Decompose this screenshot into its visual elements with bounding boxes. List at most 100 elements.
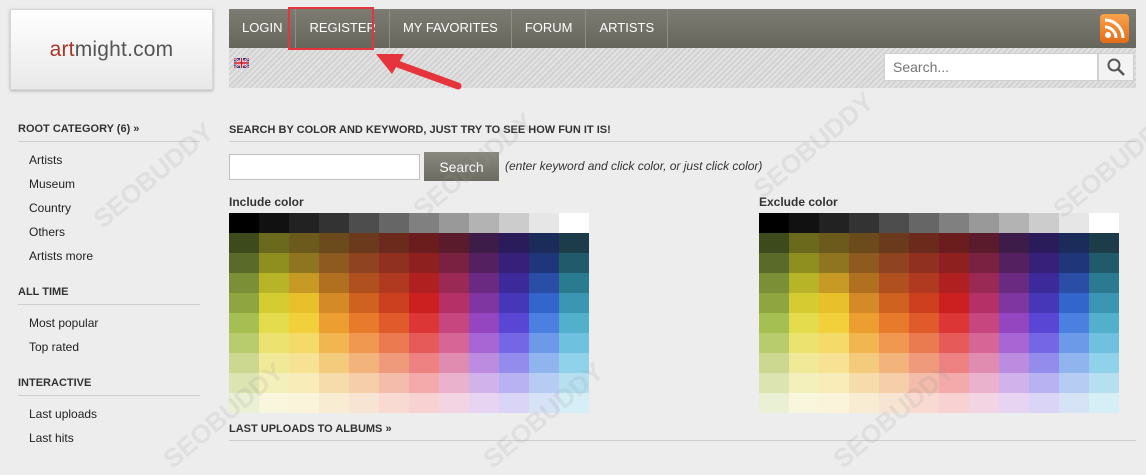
color-swatch[interactable]	[559, 293, 589, 313]
color-swatch[interactable]	[1089, 253, 1119, 273]
color-swatch[interactable]	[849, 233, 879, 253]
color-swatch[interactable]	[319, 273, 349, 293]
color-swatch[interactable]	[789, 353, 819, 373]
color-swatch[interactable]	[969, 233, 999, 253]
color-swatch[interactable]	[379, 393, 409, 413]
color-swatch[interactable]	[1089, 373, 1119, 393]
color-swatch[interactable]	[789, 393, 819, 413]
color-swatch[interactable]	[939, 353, 969, 373]
color-swatch[interactable]	[379, 273, 409, 293]
color-swatch[interactable]	[319, 313, 349, 333]
color-swatch[interactable]	[1089, 333, 1119, 353]
color-swatch[interactable]	[229, 393, 259, 413]
color-swatch[interactable]	[559, 213, 589, 233]
color-swatch[interactable]	[789, 233, 819, 253]
color-swatch[interactable]	[319, 253, 349, 273]
color-swatch[interactable]	[529, 213, 559, 233]
color-swatch[interactable]	[529, 333, 559, 353]
color-swatch[interactable]	[909, 253, 939, 273]
color-swatch[interactable]	[289, 373, 319, 393]
color-swatch[interactable]	[379, 373, 409, 393]
color-swatch[interactable]	[819, 253, 849, 273]
site-search-input[interactable]	[884, 53, 1098, 81]
sidebar-item-last-hits[interactable]: Last hits	[18, 426, 200, 450]
color-swatch[interactable]	[819, 313, 849, 333]
color-swatch[interactable]	[529, 233, 559, 253]
color-swatch[interactable]	[759, 213, 789, 233]
color-swatch[interactable]	[1029, 253, 1059, 273]
color-swatch[interactable]	[969, 333, 999, 353]
color-swatch[interactable]	[849, 253, 879, 273]
color-swatch[interactable]	[439, 333, 469, 353]
color-swatch[interactable]	[289, 353, 319, 373]
color-swatch[interactable]	[939, 273, 969, 293]
color-swatch[interactable]	[759, 273, 789, 293]
color-swatch[interactable]	[1059, 273, 1089, 293]
color-swatch[interactable]	[529, 293, 559, 313]
color-swatch[interactable]	[409, 333, 439, 353]
color-swatch[interactable]	[1089, 273, 1119, 293]
color-swatch[interactable]	[559, 253, 589, 273]
color-swatch[interactable]	[289, 313, 319, 333]
color-swatch[interactable]	[999, 293, 1029, 313]
color-swatch[interactable]	[1059, 213, 1089, 233]
color-swatch[interactable]	[909, 313, 939, 333]
keyword-input[interactable]	[229, 154, 420, 180]
color-swatch[interactable]	[879, 353, 909, 373]
color-swatch[interactable]	[559, 313, 589, 333]
color-swatch[interactable]	[759, 373, 789, 393]
color-swatch[interactable]	[939, 333, 969, 353]
color-swatch[interactable]	[969, 393, 999, 413]
color-swatch[interactable]	[559, 393, 589, 413]
color-swatch[interactable]	[909, 393, 939, 413]
color-swatch[interactable]	[529, 353, 559, 373]
color-swatch[interactable]	[229, 273, 259, 293]
color-swatch[interactable]	[909, 353, 939, 373]
color-swatch[interactable]	[939, 313, 969, 333]
color-swatch[interactable]	[289, 293, 319, 313]
color-swatch[interactable]	[529, 273, 559, 293]
color-swatch[interactable]	[999, 253, 1029, 273]
color-swatch[interactable]	[909, 213, 939, 233]
color-swatch[interactable]	[879, 293, 909, 313]
color-swatch[interactable]	[229, 373, 259, 393]
color-swatch[interactable]	[999, 373, 1029, 393]
color-swatch[interactable]	[939, 293, 969, 313]
color-swatch[interactable]	[259, 373, 289, 393]
color-swatch[interactable]	[1089, 313, 1119, 333]
color-swatch[interactable]	[409, 313, 439, 333]
color-swatch[interactable]	[909, 273, 939, 293]
color-swatch[interactable]	[469, 373, 499, 393]
color-swatch[interactable]	[1059, 233, 1089, 253]
color-swatch[interactable]	[879, 213, 909, 233]
color-swatch[interactable]	[289, 233, 319, 253]
color-swatch[interactable]	[379, 233, 409, 253]
color-swatch[interactable]	[819, 373, 849, 393]
color-swatch[interactable]	[319, 353, 349, 373]
color-swatch[interactable]	[1059, 293, 1089, 313]
color-swatch[interactable]	[1029, 273, 1059, 293]
color-swatch[interactable]	[499, 333, 529, 353]
color-swatch[interactable]	[759, 233, 789, 253]
color-swatch[interactable]	[559, 373, 589, 393]
nav-forum[interactable]: FORUM	[512, 9, 587, 48]
color-swatch[interactable]	[819, 213, 849, 233]
color-swatch[interactable]	[789, 253, 819, 273]
color-swatch[interactable]	[259, 213, 289, 233]
color-swatch[interactable]	[999, 313, 1029, 333]
color-swatch[interactable]	[259, 253, 289, 273]
color-swatch[interactable]	[759, 333, 789, 353]
color-swatch[interactable]	[349, 213, 379, 233]
color-swatch[interactable]	[1029, 373, 1059, 393]
color-swatch[interactable]	[1029, 393, 1059, 413]
color-swatch[interactable]	[819, 393, 849, 413]
color-swatch[interactable]	[909, 233, 939, 253]
color-swatch[interactable]	[319, 213, 349, 233]
color-swatch[interactable]	[259, 273, 289, 293]
color-swatch[interactable]	[259, 233, 289, 253]
color-swatch[interactable]	[319, 393, 349, 413]
color-swatch[interactable]	[409, 373, 439, 393]
color-swatch[interactable]	[939, 393, 969, 413]
color-swatch[interactable]	[439, 273, 469, 293]
color-swatch[interactable]	[439, 313, 469, 333]
